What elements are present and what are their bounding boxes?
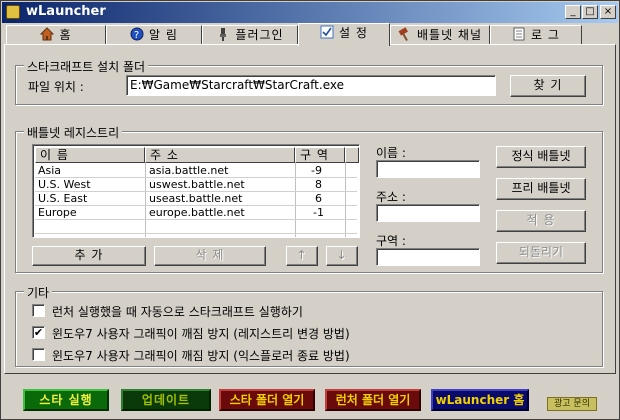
add-button[interactable]: 추 가 xyxy=(32,246,146,266)
tab-notice-label: 알 림 xyxy=(149,28,178,42)
address-input[interactable] xyxy=(376,204,480,222)
update-button[interactable]: 업데이트 xyxy=(121,389,211,411)
win7-explorer-fix-label[interactable]: 윈도우7 사용자 그래픽이 깨짐 방지 (익스플로러 종료 방법) xyxy=(52,347,350,364)
grid-line xyxy=(35,233,357,234)
row-zone: -1 xyxy=(313,206,324,219)
row-name: Europe xyxy=(38,206,77,219)
revert-button[interactable]: 되돌리기 xyxy=(496,242,586,264)
free-battlenet-button[interactable]: 프리 배틀넷 xyxy=(496,178,586,200)
install-folder-legend: 스타크래프트 설치 폴더 xyxy=(24,58,149,75)
win7-explorer-fix-checkbox[interactable] xyxy=(32,348,45,361)
plug-icon xyxy=(220,28,227,41)
close-button[interactable]: × xyxy=(600,5,616,19)
tab-settings[interactable]: 설 정 xyxy=(298,23,390,46)
auto-launch-checkbox[interactable] xyxy=(32,304,45,317)
file-path-label: 파일 위치 : xyxy=(28,80,84,94)
grid-line xyxy=(35,219,357,220)
table-row[interactable]: Asia asia.battle.net -9 xyxy=(35,164,357,177)
battlenet-registry-group: 배틀넷 레지스트리 이 름 주 소 구 역 Asia asia.battle.n… xyxy=(15,124,603,273)
help-icon: ? xyxy=(130,27,144,41)
battlenet-registry-legend: 배틀넷 레지스트리 xyxy=(24,124,123,141)
checkbox-icon xyxy=(320,25,334,39)
row-address: uswest.battle.net xyxy=(149,178,245,191)
tab-strip: 홈 ? 알 림 플러그인 설 정 배틀넷 채널 로 그 xyxy=(4,23,616,46)
auto-launch-label[interactable]: 런처 실행했을 때 자동으로 스타크래프트 실행하기 xyxy=(52,303,303,320)
settings-panel: 스타크래프트 설치 폴더 파일 위치 : E:₩Game₩Starcraft₩S… xyxy=(4,44,616,374)
row-zone: 8 xyxy=(315,178,322,191)
column-header-address[interactable]: 주 소 xyxy=(145,147,295,163)
checkmark-icon: ✔ xyxy=(33,326,44,339)
row-address: asia.battle.net xyxy=(149,164,229,177)
move-up-button[interactable]: ↑ xyxy=(286,246,318,266)
title-bar[interactable]: wLauncher _ □ × xyxy=(2,2,618,23)
move-down-button[interactable]: ↓ xyxy=(326,246,358,266)
app-icon xyxy=(6,5,20,19)
row-zone: 6 xyxy=(315,192,322,205)
file-path-input[interactable]: E:₩Game₩Starcraft₩StarCraft.exe xyxy=(126,75,496,96)
tab-notice[interactable]: ? 알 림 xyxy=(106,25,202,45)
find-button[interactable]: 찾 기 xyxy=(510,75,586,97)
run-starcraft-button[interactable]: 스타 실행 xyxy=(23,389,109,411)
row-name: U.S. West xyxy=(38,178,91,191)
open-launcher-folder-button[interactable]: 런처 폴더 열기 xyxy=(325,389,421,411)
install-folder-group: 스타크래프트 설치 폴더 파일 위치 : E:₩Game₩Starcraft₩S… xyxy=(15,58,603,105)
win7-registry-fix-checkbox[interactable]: ✔ xyxy=(32,326,45,339)
tab-battlenet-channel[interactable]: 배틀넷 채널 xyxy=(390,25,490,45)
tab-log-label: 로 그 xyxy=(531,28,560,42)
minimize-button[interactable]: _ xyxy=(565,5,581,19)
tab-plugin[interactable]: 플러그인 xyxy=(202,25,298,45)
official-battlenet-button[interactable]: 정식 배틀넷 xyxy=(496,146,586,168)
table-row[interactable]: U.S. East useast.battle.net 6 xyxy=(35,192,357,205)
ad-inquiry-link[interactable]: 광고 문의 xyxy=(547,397,597,411)
table-row[interactable]: Europe europe.battle.net -1 xyxy=(35,206,357,219)
row-name: U.S. East xyxy=(38,192,88,205)
document-icon xyxy=(513,27,525,41)
tab-battlenet-channel-label: 배틀넷 채널 xyxy=(416,28,482,42)
row-name: Asia xyxy=(38,164,62,177)
win7-registry-fix-label[interactable]: 윈도우7 사용자 그래픽이 깨짐 방지 (레지스트리 변경 방법) xyxy=(52,325,350,342)
zone-input[interactable] xyxy=(376,248,480,266)
name-label: 이름 : xyxy=(376,146,406,160)
misc-group: 기타 런처 실행했을 때 자동으로 스타크래프트 실행하기 ✔ 윈도우7 사용자… xyxy=(15,284,603,367)
row-zone: -9 xyxy=(311,164,322,177)
app-window: wLauncher _ □ × 홈 ? 알 림 플러그인 설 정 배틀넷 채널 로… xyxy=(0,0,620,420)
row-address: useast.battle.net xyxy=(149,192,243,205)
tab-log[interactable]: 로 그 xyxy=(490,25,582,45)
column-header-name[interactable]: 이 름 xyxy=(35,147,145,163)
address-label: 주소 : xyxy=(376,190,406,204)
tab-home[interactable]: 홈 xyxy=(6,25,106,45)
misc-legend: 기타 xyxy=(24,284,53,301)
house-icon xyxy=(40,27,55,41)
tab-home-label: 홈 xyxy=(59,28,72,42)
hammer-icon xyxy=(398,27,408,41)
window-title: wLauncher xyxy=(26,4,106,19)
server-list[interactable]: 이 름 주 소 구 역 Asia asia.battle.net -9 U.S.… xyxy=(32,144,360,238)
maximize-button[interactable]: □ xyxy=(582,5,598,19)
column-header-zone[interactable]: 구 역 xyxy=(295,147,345,163)
tab-plugin-label: 플러그인 xyxy=(235,28,284,42)
wlauncher-home-button[interactable]: wLauncher 홈 xyxy=(431,389,529,411)
table-row[interactable]: U.S. West uswest.battle.net 8 xyxy=(35,178,357,191)
zone-label: 구역 : xyxy=(376,234,406,248)
apply-button[interactable]: 적 용 xyxy=(496,210,586,232)
svg-text:?: ? xyxy=(134,30,140,41)
row-address: europe.battle.net xyxy=(149,206,245,219)
tab-settings-label: 설 정 xyxy=(339,26,368,40)
column-header-filler xyxy=(345,147,359,163)
delete-button[interactable]: 삭 제 xyxy=(154,246,266,266)
open-starcraft-folder-button[interactable]: 스타 폴더 열기 xyxy=(219,389,315,411)
name-input[interactable] xyxy=(376,160,480,178)
